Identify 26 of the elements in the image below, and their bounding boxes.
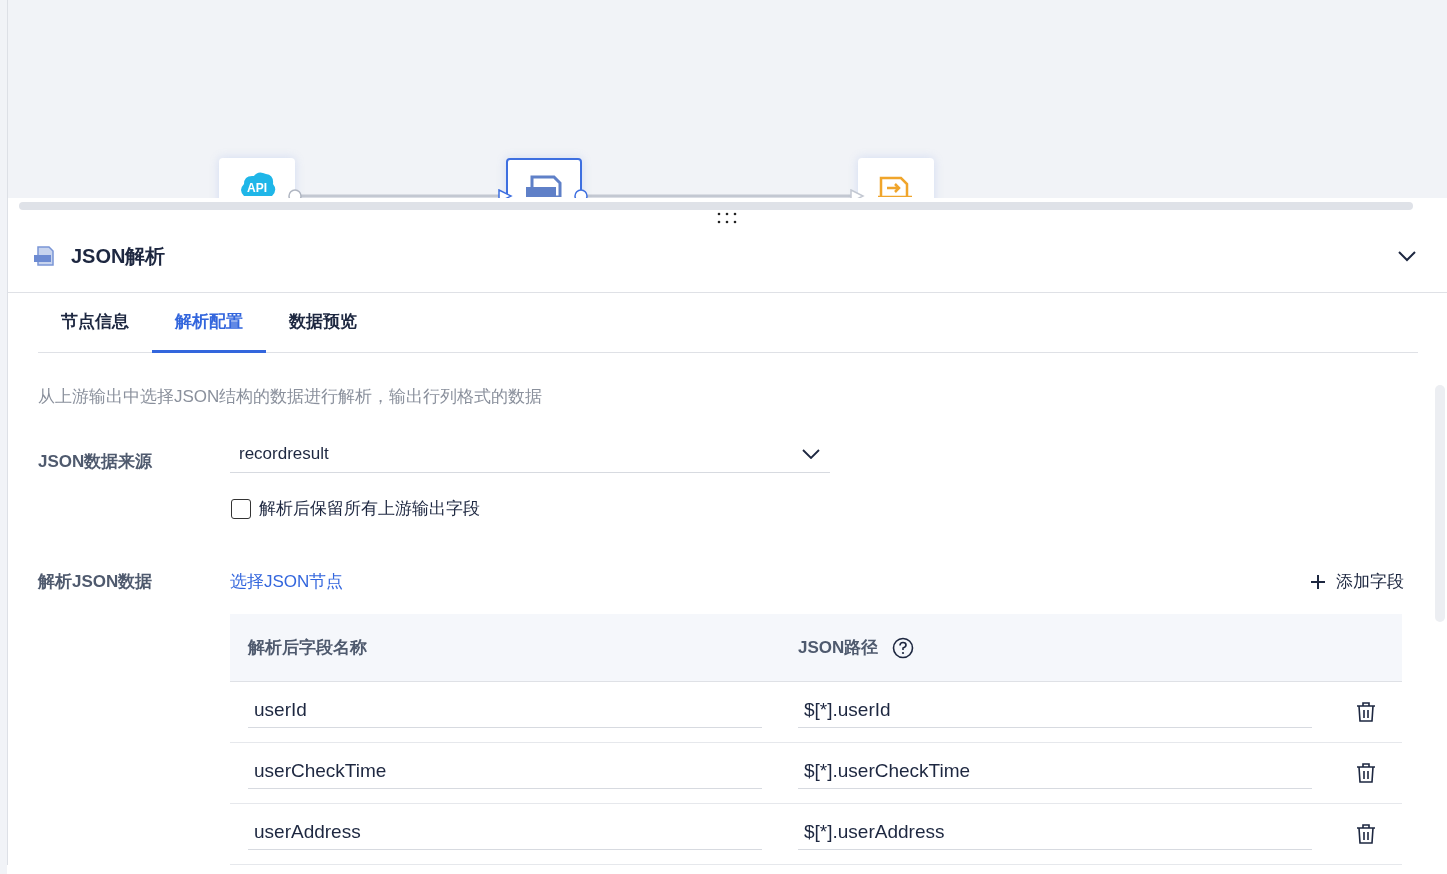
delete-icon[interactable] [1356, 763, 1376, 783]
select-node-link[interactable]: 选择JSON节点 [230, 570, 1310, 593]
field-label: JSON数据来源 [38, 451, 154, 473]
resize-handle[interactable] [716, 212, 738, 224]
checkbox-label: 解析后保留所有上游输出字段 [259, 498, 480, 520]
chevron-down-icon [802, 449, 820, 459]
help-icon[interactable] [892, 636, 915, 659]
add-field-button[interactable]: 添加字段 [1310, 570, 1404, 593]
delete-icon[interactable] [1356, 824, 1376, 844]
checkbox[interactable] [231, 498, 251, 519]
plus-icon [1310, 573, 1326, 590]
tab[interactable]: 数据预览 [266, 293, 380, 353]
chevron-down-icon[interactable] [1397, 250, 1417, 262]
source-select[interactable]: recordresult [230, 444, 830, 473]
column-header: JSON路径 [798, 637, 879, 659]
output-icon [877, 175, 915, 197]
delete-icon[interactable] [1356, 702, 1376, 722]
panel-title: JSON解析 [71, 243, 167, 269]
tab[interactable]: 解析配置 [152, 293, 266, 353]
description-text: 从上游输出中选择JSON结构的数据进行解析，输出行列格式的数据 [38, 386, 544, 408]
tab[interactable]: 节点信息 [38, 293, 152, 353]
document-icon [33, 246, 55, 266]
field-label: 解析JSON数据 [38, 571, 154, 593]
scrollbar-thumb[interactable] [19, 202, 1413, 210]
column-header: 解析后字段名称 [246, 637, 368, 659]
grip-icon [716, 212, 738, 224]
